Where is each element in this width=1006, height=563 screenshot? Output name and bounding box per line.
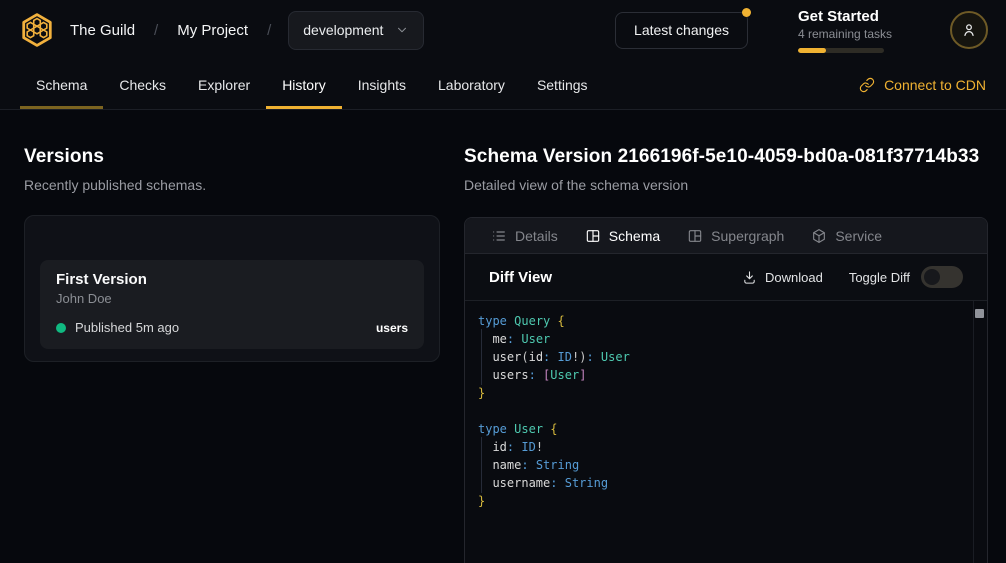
list-icon [491,228,507,244]
get-started-subtitle: 4 remaining tasks [798,27,894,41]
latest-changes-button[interactable]: Latest changes [615,12,748,49]
breadcrumb: The Guild / My Project / [70,22,271,39]
user-avatar[interactable] [950,11,988,49]
code-line: name: String [478,456,967,474]
versions-title: Versions [24,146,440,168]
main-nav-tabs: SchemaChecksExplorerHistoryInsightsLabor… [20,60,604,109]
get-started-progress [798,48,884,53]
detail-tab-label: Supergraph [711,228,784,244]
version-author: John Doe [56,291,408,306]
connect-to-cdn-label: Connect to CDN [884,77,986,93]
scrollbar-track [973,301,974,563]
schema-version-title: Schema Version 2166196f-5e10-4059-bd0a-0… [464,146,988,168]
diff-view-actions: Download Toggle Diff [742,266,963,288]
target-selector[interactable]: development [288,11,424,50]
get-started-title: Get Started [798,8,894,25]
nav-tab-explorer[interactable]: Explorer [182,60,266,109]
breadcrumb-separator: / [267,22,271,39]
get-started-progress-fill [798,48,826,53]
box-icon [811,228,827,244]
detail-tab-schema[interactable]: Schema [585,228,660,244]
schema-version-card: Details Schema Supergraph Service Diff View… [464,217,988,563]
breadcrumb-org[interactable]: The Guild [70,22,135,39]
diff-view-title: Diff View [489,269,552,286]
nav-tab-insights[interactable]: Insights [342,60,422,109]
detail-tab-label: Details [515,228,558,244]
code-line: me: User [478,330,967,348]
connect-to-cdn-button[interactable]: Connect to CDN [859,60,986,109]
columns-icon [687,228,703,244]
detail-tab-bar: Details Schema Supergraph Service [465,218,987,254]
code-line: id: ID! [478,438,967,456]
nav-tab-settings[interactable]: Settings [521,60,604,109]
version-meta-row: Published 5m ago users [56,320,408,335]
code-line [478,402,967,420]
top-bar: The Guild / My Project / development Lat… [0,0,1006,60]
target-selector-value: development [303,22,383,38]
versions-list-card: First Version John Doe Published 5m ago … [24,215,440,362]
schema-version-panel: Schema Version 2166196f-5e10-4059-bd0a-0… [464,110,1006,563]
breadcrumb-project[interactable]: My Project [177,22,248,39]
content: Versions Recently published schemas. Fir… [0,110,1006,563]
detail-tab-label: Service [835,228,882,244]
chevron-down-icon [395,23,409,37]
code-line: } [478,384,967,402]
diff-view-toolbar: Diff View Download Toggle Diff [465,254,987,301]
nav-tab-history[interactable]: History [266,60,342,109]
version-status: Published 5m ago [75,320,179,335]
toggle-diff-switch[interactable] [921,266,963,288]
detail-tab-label: Schema [609,228,660,244]
schema-code-viewer[interactable]: type Query { me: User user(id: ID!): Use… [465,301,987,563]
version-name: First Version [56,271,408,288]
toggle-diff-label: Toggle Diff [849,270,910,285]
nav-tab-schema[interactable]: Schema [20,60,103,109]
toggle-diff-control: Toggle Diff [849,266,963,288]
scrollbar-thumb[interactable] [975,309,984,318]
nav-tab-checks[interactable]: Checks [103,60,182,109]
detail-tab-service[interactable]: Service [811,228,882,244]
toggle-knob [924,269,940,285]
published-status-dot [56,323,66,333]
breadcrumb-separator: / [154,22,158,39]
version-service-badge: users [376,321,408,335]
nav-tab-laboratory[interactable]: Laboratory [422,60,521,109]
code-line: username: String [478,474,967,492]
code-line: users: [User] [478,366,967,384]
versions-subtitle: Recently published schemas. [24,177,440,193]
code-line: } [478,492,967,510]
versions-panel: Versions Recently published schemas. Fir… [0,110,464,563]
detail-tab-details[interactable]: Details [491,228,558,244]
code-line: user(id: ID!): User [478,348,967,366]
hive-logo-icon[interactable] [18,11,56,49]
download-label: Download [765,270,823,285]
schema-version-subtitle: Detailed view of the schema version [464,177,988,193]
user-icon [960,21,978,39]
download-button[interactable]: Download [742,270,823,285]
detail-tab-supergraph[interactable]: Supergraph [687,228,784,244]
notification-dot [742,8,751,17]
code-line: type Query { [478,312,967,330]
link-icon [859,77,875,93]
main-nav: SchemaChecksExplorerHistoryInsightsLabor… [0,60,1006,110]
columns-icon [585,228,601,244]
code-line: type User { [478,420,967,438]
version-list-item[interactable]: First Version John Doe Published 5m ago … [40,260,424,349]
latest-changes-label: Latest changes [634,22,729,38]
graphql-code: type Query { me: User user(id: ID!): Use… [465,301,987,521]
download-icon [742,270,757,285]
get-started-widget[interactable]: Get Started 4 remaining tasks [798,8,894,53]
